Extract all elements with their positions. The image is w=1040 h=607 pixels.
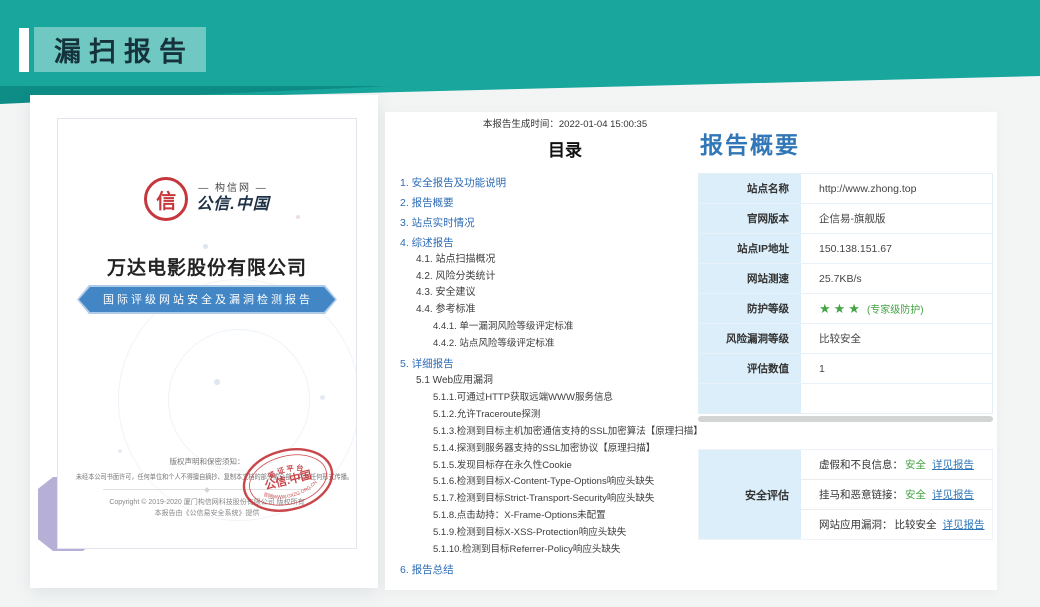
toc-item[interactable]: 5. 详细报告	[400, 356, 745, 373]
see-report-link[interactable]: 详见报告	[932, 457, 974, 472]
row-label: 评估数值	[699, 354, 801, 383]
title-accent-bar	[19, 28, 29, 72]
report-panel: 本报告生成时间：2022-01-04 15:00:35 目录 1. 安全报告及功…	[385, 112, 997, 590]
evaluation-row: 虚假和不良信息： 安全 详见报告	[801, 450, 992, 480]
eval-name: 网站应用漏洞：	[819, 517, 893, 532]
row-value: 1	[801, 354, 992, 383]
toc-heading: 目录	[385, 136, 745, 161]
report-summary: 报告概要 站点名称 http://www.zhong.top 官网版本 企信易-…	[698, 112, 993, 590]
see-report-link[interactable]: 详见报告	[943, 517, 985, 532]
eval-name: 虚假和不良信息：	[819, 457, 903, 472]
row-value: 25.7KB/s	[801, 264, 992, 293]
row-label: 站点名称	[699, 174, 801, 203]
toc-item[interactable]: 4.1. 站点扫描概况	[416, 252, 745, 269]
table-row: 网站测速 25.7KB/s	[699, 264, 992, 294]
see-report-link[interactable]: 详见报告	[932, 487, 974, 502]
toc-item[interactable]: 5.1 Web应用漏洞	[416, 373, 745, 390]
row-value: http://www.zhong.top	[801, 174, 992, 203]
provider-line: 本报告由《公信易安全系统》提供	[58, 509, 356, 520]
summary-title: 报告概要	[700, 126, 800, 160]
certificate-card: 信 — 构信网 — 公信.中国 万达电影股份有限公司 国际评级网站安全及漏洞检测…	[30, 95, 378, 588]
toc-item[interactable]: 1. 安全报告及功能说明	[400, 175, 745, 192]
page-title-box: 漏扫报告	[34, 27, 206, 72]
table-row: 评估数值 1	[699, 354, 992, 384]
row-label: 网站测速	[699, 264, 801, 293]
section-divider-bar	[698, 416, 993, 422]
seal-logo-icon: 信	[144, 177, 188, 221]
evaluation-label: 安全评估	[699, 450, 801, 539]
table-row: 风险漏洞等级 比较安全	[699, 324, 992, 354]
protection-note: (专家级防护)	[867, 301, 924, 316]
row-label	[699, 384, 801, 413]
eval-status: 比较安全	[895, 517, 937, 532]
decor-dot	[118, 449, 122, 453]
summary-table: 站点名称 http://www.zhong.top 官网版本 企信易-旗舰版 站…	[698, 173, 993, 414]
table-row: 防护等级 ★★★ (专家级防护)	[699, 294, 992, 324]
evaluation-row: 挂马和恶意链接： 安全 详见报告	[801, 480, 992, 510]
table-row: 站点IP地址 150.138.151.67	[699, 234, 992, 264]
row-value	[801, 384, 992, 413]
eval-status: 安全	[905, 457, 926, 472]
toc-item[interactable]: 4.2. 风险分类统计	[416, 269, 745, 286]
row-label: 站点IP地址	[699, 234, 801, 263]
page-title: 漏扫报告	[46, 30, 194, 69]
decor-dot	[320, 395, 325, 400]
report-banner: 国际评级网站安全及漏洞检测报告	[58, 285, 356, 314]
row-value: 150.138.151.67	[801, 234, 992, 263]
evaluation-row: 网站应用漏洞： 比较安全 详见报告	[801, 510, 992, 539]
protection-stars: ★★★	[819, 301, 863, 317]
slide: 漏扫报告 信 — 构信网 — 公信.中国 万达电影股份有限公司 国际评级网站安全…	[0, 0, 1040, 607]
row-label: 官网版本	[699, 204, 801, 233]
decor-dot	[203, 244, 208, 249]
logo-brand-top: — 构信网 —	[198, 183, 268, 196]
row-value: 比较安全	[801, 324, 992, 353]
toc-item[interactable]: 2. 报告概要	[400, 195, 745, 212]
certificate-page: 信 — 构信网 — 公信.中国 万达电影股份有限公司 国际评级网站安全及漏洞检测…	[57, 118, 357, 549]
row-label: 防护等级	[699, 294, 801, 323]
report-banner-text: 国际评级网站安全及漏洞检测报告	[79, 287, 335, 312]
eval-status: 安全	[905, 487, 926, 502]
table-row: 官网版本 企信易-旗舰版	[699, 204, 992, 234]
logo-brand-main: 公信.中国	[196, 195, 269, 215]
toc-item[interactable]: 4. 综述报告	[400, 235, 745, 252]
eval-name: 挂马和恶意链接：	[819, 487, 903, 502]
company-name: 万达电影股份有限公司	[58, 253, 356, 280]
toc-item[interactable]: 4.3. 安全建议	[416, 285, 745, 302]
table-row: 站点名称 http://www.zhong.top	[699, 174, 992, 204]
security-evaluation: 安全评估 虚假和不良信息： 安全 详见报告 挂马和恶意链接： 安全 详见报告 网…	[698, 449, 993, 540]
toc-item[interactable]: 6. 报告总结	[400, 562, 745, 579]
row-value: 企信易-旗舰版	[801, 204, 992, 233]
gongxin-logo: 信 — 构信网 — 公信.中国	[58, 177, 356, 221]
toc-item[interactable]: 3. 站点实时情况	[400, 215, 745, 232]
report-generated-time: 本报告生成时间：2022-01-04 15:00:35	[385, 116, 745, 130]
table-of-contents: 1. 安全报告及功能说明 2. 报告概要 3. 站点实时情况 4. 综述报告 4…	[400, 172, 745, 579]
table-row-empty	[699, 384, 992, 413]
row-value: ★★★ (专家级防护)	[801, 294, 992, 323]
toc-item[interactable]: 4.4. 参考标准	[416, 302, 745, 319]
decor-dot	[214, 379, 220, 385]
row-label: 风险漏洞等级	[699, 324, 801, 353]
